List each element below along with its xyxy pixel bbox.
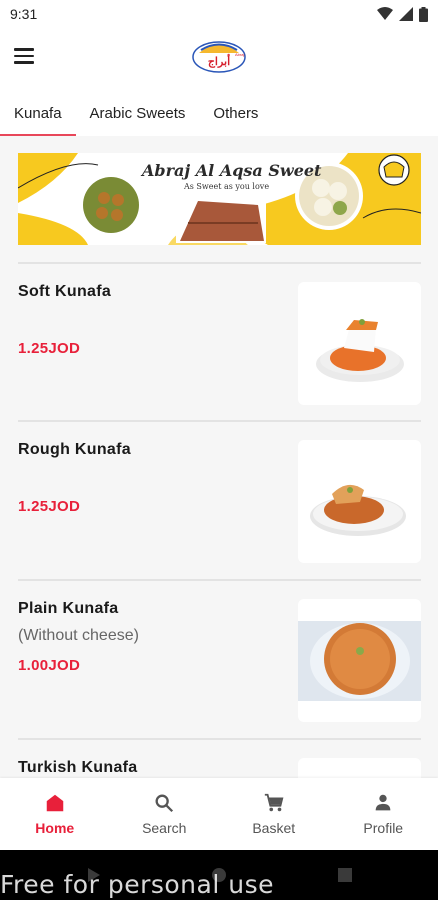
product-item-soft-kunafa[interactable]: Soft Kunafa 1.25JOD <box>0 264 438 405</box>
hamburger-line <box>14 54 34 58</box>
product-description: (Without cheese) <box>18 627 139 644</box>
signal-icon <box>399 7 413 21</box>
soft-kunafa-image <box>316 319 404 382</box>
product-price: 1.00JOD <box>18 657 81 674</box>
promo-banner: Abraj Al Aqsa Sweet As Sweet as you love <box>18 153 421 245</box>
product-image <box>298 599 421 722</box>
nav-home-label: Home <box>35 820 75 836</box>
product-item-rough-kunafa[interactable]: Rough Kunafa 1.25JOD <box>0 422 438 563</box>
svg-text:Abraj: Abraj <box>235 52 244 57</box>
product-price: 1.25JOD <box>18 498 81 515</box>
nav-search[interactable]: Search <box>110 792 220 836</box>
tab-arabic-sweets[interactable]: Arabic Sweets <box>76 90 200 136</box>
bottom-navigation: Home Search Basket Profile <box>0 778 438 850</box>
hamburger-icon <box>14 48 34 51</box>
tab-kunafa[interactable]: Kunafa <box>0 90 76 136</box>
app-bar: أبراج Abraj <box>0 28 438 84</box>
product-image <box>298 440 421 563</box>
banner-title: Abraj Al Aqsa Sweet <box>142 161 322 180</box>
banner-subtitle: As Sweet as you love <box>184 182 270 191</box>
search-icon <box>155 794 174 813</box>
status-time: 9:31 <box>10 6 38 22</box>
wifi-icon <box>377 7 393 20</box>
recents-icon <box>338 868 352 882</box>
hamburger-line <box>14 61 34 64</box>
product-image <box>298 758 421 778</box>
status-bar: 9:31 <box>0 0 438 28</box>
product-name: Rough Kunafa <box>18 441 131 458</box>
product-list[interactable]: Abraj Al Aqsa Sweet As Sweet as you love… <box>0 136 438 778</box>
status-icons <box>377 6 428 22</box>
product-item-turkish-kunafa[interactable]: Turkish Kunafa <box>0 740 438 778</box>
product-image <box>298 282 421 405</box>
watermark-text: Free for personal use <box>0 870 274 899</box>
tab-others[interactable]: Others <box>199 90 272 136</box>
nav-search-label: Search <box>142 820 187 836</box>
product-name: Plain Kunafa <box>18 600 119 617</box>
svg-text:أبراج: أبراج <box>208 54 230 68</box>
product-name: Soft Kunafa <box>18 283 112 300</box>
nav-home[interactable]: Home <box>0 792 110 836</box>
menu-button[interactable] <box>14 44 38 68</box>
home-icon <box>46 794 63 812</box>
category-tabs: Kunafa Arabic Sweets Others <box>0 90 438 136</box>
nav-basket-label: Basket <box>252 820 296 836</box>
battery-icon <box>419 6 428 22</box>
product-name: Turkish Kunafa <box>18 759 138 776</box>
nav-basket[interactable]: Basket <box>219 792 329 836</box>
cart-icon <box>264 793 284 812</box>
person-icon <box>375 794 391 811</box>
logo-icon: أبراج Abraj <box>192 41 246 73</box>
nav-profile[interactable]: Profile <box>329 792 438 836</box>
product-price: 1.25JOD <box>18 340 81 357</box>
nav-profile-label: Profile <box>363 820 404 836</box>
plain-kunafa-image <box>298 621 421 701</box>
product-item-plain-kunafa[interactable]: Plain Kunafa (Without cheese) 1.00JOD <box>0 581 438 722</box>
rough-kunafa-image <box>310 484 406 536</box>
app-logo: أبراج Abraj <box>191 37 247 75</box>
